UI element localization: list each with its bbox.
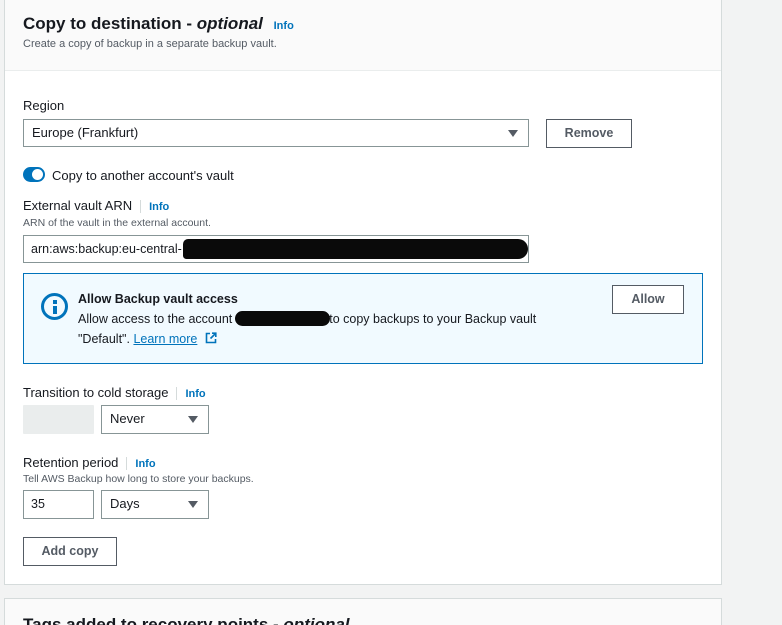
external-vault-arn-value: arn:aws:backup:eu-central- [31,242,182,256]
cold-storage-amount-input [23,405,94,434]
toggle-label: Copy to another account's vault [52,168,234,183]
external-link-icon [205,332,217,344]
retention-description: Tell AWS Backup how long to store your b… [23,473,254,485]
caret-down-icon [188,416,198,423]
retention-amount-value: 35 [31,497,45,511]
cold-storage-select[interactable]: Never [101,405,209,434]
caret-down-icon [188,501,198,508]
alert-title: Allow Backup vault access [78,292,238,306]
redaction-mark [235,311,330,326]
region-select[interactable]: Europe (Frankfurt) [23,119,529,147]
retention-info-link[interactable]: Info [135,458,155,470]
region-select-value: Europe (Frankfurt) [32,125,139,140]
cold-storage-label: Transition to cold storage Info [23,385,206,401]
panel-header: Copy to destination - optional Info Crea… [5,0,721,71]
allow-access-alert: Allow Backup vault access Allow access t… [23,273,703,364]
cold-storage-info-link[interactable]: Info [185,388,205,400]
copy-to-account-toggle[interactable] [23,167,45,182]
allow-button[interactable]: Allow [612,285,684,314]
external-vault-info-link[interactable]: Info [149,201,169,213]
retention-unit-value: Days [110,496,140,511]
caret-down-icon [508,130,518,137]
info-circle-icon [41,293,68,320]
retention-unit-select[interactable]: Days [101,490,209,519]
cold-storage-value: Never [110,411,145,426]
section-subtitle: Create a copy of backup in a separate ba… [23,38,277,50]
add-copy-button[interactable]: Add copy [23,537,117,566]
redaction-mark [183,239,528,259]
section-title: Copy to destination - optional Info [23,14,294,33]
retention-amount-input[interactable]: 35 [23,490,94,519]
external-vault-label: External vault ARN Info [23,198,170,214]
info-link[interactable]: Info [274,20,294,32]
retention-label: Retention period Info [23,455,156,471]
toggle-knob [32,169,43,180]
external-vault-description: ARN of the vault in the external account… [23,217,211,229]
alert-text-line2: "Default". Learn more [78,332,217,346]
tags-section-title: Tags added to recovery points - optional [23,615,350,625]
region-label: Region [23,98,65,113]
learn-more-link[interactable]: Learn more [133,332,197,346]
tags-panel: Tags added to recovery points - optional [4,598,722,625]
remove-button[interactable]: Remove [546,119,632,148]
